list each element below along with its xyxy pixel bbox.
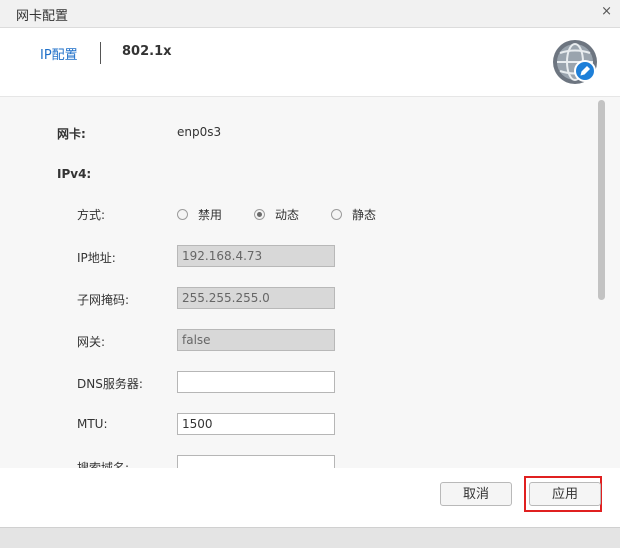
cancel-button[interactable]: 取消: [440, 482, 512, 506]
dns-label: DNS服务器:: [77, 377, 143, 391]
ipv4-row: IPv4:: [0, 163, 600, 187]
close-icon[interactable]: ×: [601, 4, 612, 19]
ip-label: IP地址:: [77, 251, 116, 265]
tab-ip-config[interactable]: IP配置: [40, 44, 78, 63]
subnet-mask-input[interactable]: [177, 287, 335, 309]
radio-disabled[interactable]: 禁用: [177, 202, 222, 226]
apply-button[interactable]: 应用: [529, 482, 601, 506]
search-domain-row: 搜索域名:: [0, 455, 600, 468]
search-domain-label: 搜索域名:: [77, 461, 130, 468]
title-bar: 网卡配置 ×: [0, 0, 620, 28]
nic-value: enp0s3: [177, 125, 222, 139]
mtu-row: MTU:: [0, 413, 600, 437]
dns-row: DNS服务器:: [0, 371, 600, 395]
scrollbar-thumb[interactable]: [598, 100, 605, 300]
method-row: 方式: 禁用 动态 静态: [0, 202, 600, 226]
mtu-label: MTU:: [77, 417, 108, 431]
ip-address-input[interactable]: [177, 245, 335, 267]
ipv4-heading: IPv4:: [57, 167, 92, 181]
dialog-footer: 取消 应用: [0, 468, 620, 526]
gateway-label: 网关:: [77, 335, 106, 349]
dns-server-input[interactable]: [177, 371, 335, 393]
ip-row: IP地址:: [0, 245, 600, 269]
search-domain-input[interactable]: [177, 455, 335, 468]
radio-label: 动态: [275, 207, 300, 222]
nic-row: 网卡: enp0s3: [0, 121, 600, 145]
mask-label: 子网掩码:: [77, 293, 130, 307]
tab-8021x[interactable]: 802.1x: [122, 44, 172, 59]
radio-static[interactable]: 静态: [331, 202, 376, 226]
tab-divider: [100, 42, 101, 64]
form-area: 网卡: enp0s3 IPv4: 方式: 禁用 动态 静态 IP地址: 子网掩码…: [0, 97, 620, 468]
gateway-input[interactable]: [177, 329, 335, 351]
radio-label: 静态: [352, 207, 377, 222]
gateway-row: 网关:: [0, 329, 600, 353]
radio-circle-checked[interactable]: [254, 208, 265, 220]
globe-edit-icon[interactable]: [551, 38, 599, 86]
mtu-input[interactable]: [177, 413, 335, 435]
radio-label: 禁用: [198, 207, 223, 222]
nic-label: 网卡:: [57, 127, 86, 141]
window-title: 网卡配置: [16, 9, 69, 24]
mask-row: 子网掩码:: [0, 287, 600, 311]
tab-bar: IP配置 802.1x: [0, 28, 620, 97]
radio-circle[interactable]: [177, 208, 188, 220]
radio-dynamic[interactable]: 动态: [254, 202, 299, 226]
bottom-bar: [0, 527, 620, 548]
radio-circle[interactable]: [331, 208, 342, 220]
method-label: 方式:: [77, 208, 106, 222]
